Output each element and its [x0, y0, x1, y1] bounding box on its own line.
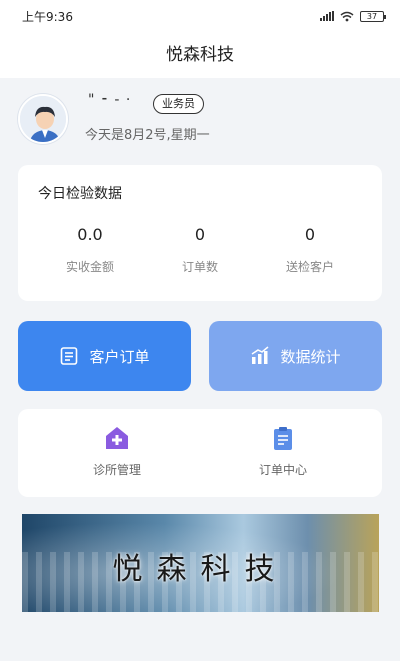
signal-icon [320, 11, 334, 21]
stat-label: 送检客户 [285, 260, 334, 274]
bar-chart-icon [252, 346, 269, 364]
stat-label: 订单数 [181, 260, 218, 274]
banner-title: 悦森科技 [112, 552, 289, 587]
today-stats-card: 今日检验数据 0.0 实收金额 0 订单数 0 送检客户 [18, 165, 382, 301]
profile-section: " ⁃ ‐ · 业务员 今天是8月2号,星期一 [0, 78, 400, 162]
order-center-label: 订单中心 [258, 463, 307, 477]
clipboard-icon [274, 427, 292, 450]
avatar[interactable] [18, 94, 68, 144]
wifi-icon [340, 11, 354, 21]
stat-value: 0 [194, 225, 206, 244]
person-icon [20, 96, 66, 142]
stat-value: 0 [304, 225, 316, 244]
stat-customers: 0 送检客户 [255, 225, 365, 275]
date-text: 今天是8月2号,星期一 [85, 128, 210, 143]
clinic-management-label: 诊所管理 [92, 463, 141, 477]
status-icons: 37 [320, 10, 386, 22]
battery-icon: 37 [360, 10, 386, 22]
stats-title: 今日检验数据 [38, 186, 122, 202]
stat-order-count: 0 订单数 [145, 225, 255, 275]
status-time: 上午9:36 [22, 9, 73, 24]
customer-orders-label: 客户订单 [89, 347, 150, 366]
user-name: " ⁃ ‐ · [88, 92, 132, 108]
app-header: 悦森科技 [0, 32, 400, 78]
role-badge: 业务员 [153, 94, 204, 114]
clinic-plus-icon [106, 427, 128, 449]
data-statistics-label: 数据统计 [280, 347, 341, 366]
page-title: 悦森科技 [166, 45, 234, 65]
stat-value: 0.0 [77, 225, 103, 244]
status-bar: 上午9:36 37 [0, 0, 400, 32]
clinic-management-item[interactable]: 诊所管理 [42, 425, 192, 478]
order-center-item[interactable]: 订单中心 [208, 425, 358, 478]
stat-received-amount: 0.0 实收金额 [35, 225, 145, 275]
promo-banner[interactable]: 悦森科技 [22, 514, 379, 612]
data-statistics-button[interactable]: 数据统计 [209, 321, 382, 391]
document-icon [61, 347, 78, 365]
customer-orders-button[interactable]: 客户订单 [18, 321, 191, 391]
stat-label: 实收金额 [65, 260, 114, 274]
function-grid: 诊所管理 订单中心 [18, 409, 382, 497]
